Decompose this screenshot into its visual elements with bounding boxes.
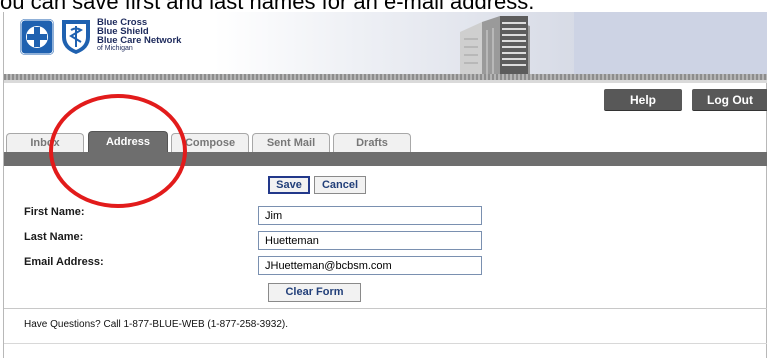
company-logo-text: Blue Cross Blue Shield Blue Care Network… (97, 17, 182, 52)
first-name-input[interactable] (258, 206, 482, 225)
tab-sent-mail[interactable]: Sent Mail (252, 133, 330, 152)
page-bottom-divider (4, 343, 767, 344)
email-address-input[interactable] (258, 256, 482, 275)
last-name-label: Last Name: (24, 231, 84, 243)
tab-compose[interactable]: Compose (171, 133, 249, 152)
blue-shield-logo-icon (60, 17, 92, 55)
save-button[interactable]: Save (268, 176, 310, 194)
blue-cross-logo-icon (20, 19, 54, 55)
help-button[interactable]: Help (604, 89, 682, 111)
header-right-panel (574, 12, 767, 74)
clear-form-button[interactable]: Clear Form (268, 283, 361, 302)
last-name-input[interactable] (258, 231, 482, 250)
first-name-label: First Name: (24, 206, 85, 218)
app-window: Blue Cross Blue Shield Blue Care Network… (3, 12, 767, 358)
header-divider-light (4, 80, 767, 83)
tab-bar (4, 152, 767, 166)
tab-inbox[interactable]: Inbox (6, 133, 84, 152)
site-header: Blue Cross Blue Shield Blue Care Network… (4, 12, 767, 74)
cancel-button[interactable]: Cancel (314, 176, 366, 194)
building-image (456, 16, 532, 74)
footer-divider (4, 308, 767, 309)
tab-address[interactable]: Address (88, 131, 168, 152)
email-address-label: Email Address: (24, 256, 104, 268)
logout-button[interactable]: Log Out (692, 89, 767, 111)
help-phone-text: Have Questions? Call 1-877-BLUE-WEB (1-8… (24, 319, 289, 330)
tab-drafts[interactable]: Drafts (333, 133, 411, 152)
